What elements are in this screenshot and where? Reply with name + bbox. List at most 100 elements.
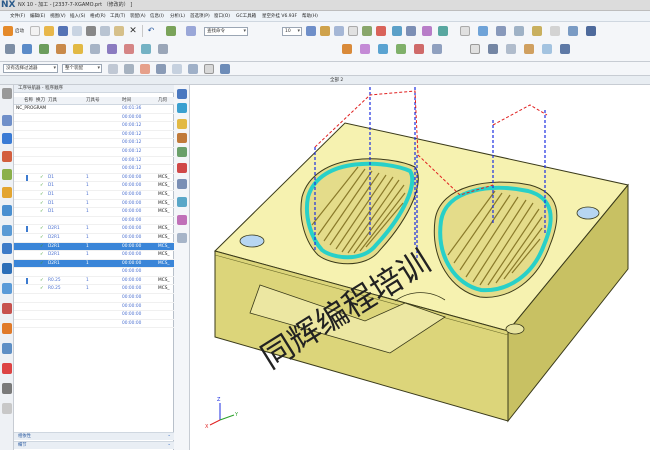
fit-icon[interactable]: [348, 26, 358, 36]
menu-help[interactable]: 帮助(H): [302, 11, 318, 22]
background-icon[interactable]: [550, 26, 560, 36]
machine-tool-view-icon[interactable]: [177, 119, 187, 129]
box-select-icon[interactable]: [204, 64, 214, 74]
menu-info[interactable]: 信息(I): [150, 11, 164, 22]
verify-icon[interactable]: [392, 26, 402, 36]
open-folder-icon[interactable]: [44, 26, 54, 36]
number-select[interactable]: 10: [282, 27, 302, 36]
cut-icon[interactable]: [86, 26, 96, 36]
method-view-icon[interactable]: [158, 44, 168, 54]
snap-icon[interactable]: [108, 64, 118, 74]
table-row[interactable]: 00:00:00: [14, 294, 174, 303]
web-browser-icon[interactable]: [2, 225, 12, 236]
details-panel[interactable]: 细节: [14, 441, 174, 449]
camera-icon[interactable]: [568, 26, 578, 36]
table-row[interactable]: ✓ D1 1 00:00:00 MCS_: [14, 200, 174, 209]
table-row[interactable]: ✓ D2R1 1 00:00:00 MCS_: [14, 259, 174, 269]
table-row[interactable]: ✓ D2R1 1 00:00:00 MCS_: [14, 225, 174, 234]
menu-file[interactable]: 文件(F): [10, 11, 25, 22]
tool-path-replay-icon[interactable]: [177, 163, 187, 173]
system-material-icon[interactable]: [2, 283, 12, 294]
table-row[interactable]: 00:00:00: [14, 114, 174, 123]
point-icon[interactable]: [124, 64, 134, 74]
view-icon[interactable]: [306, 26, 316, 36]
new-file-icon[interactable]: [30, 26, 40, 36]
part-nav-icon[interactable]: [2, 169, 12, 180]
table-row[interactable]: ✓ D1 1 00:00:00 MCS_: [14, 174, 174, 183]
layer-icon[interactable]: [320, 26, 330, 36]
gouge-check-icon[interactable]: [414, 44, 424, 54]
select-icon[interactable]: [470, 44, 480, 54]
process-studio-icon[interactable]: [2, 303, 12, 314]
save-as-icon[interactable]: [72, 26, 82, 36]
generate-icon[interactable]: [166, 26, 176, 36]
settings-gear-icon[interactable]: [2, 88, 12, 99]
simulate-icon[interactable]: [360, 44, 370, 54]
tool-path-icon[interactable]: [376, 26, 386, 36]
assembly-nav-icon[interactable]: [2, 115, 12, 126]
operation-nav-icon[interactable]: [2, 133, 12, 144]
start-icon[interactable]: [3, 26, 13, 36]
geometry-group-icon[interactable]: [177, 133, 187, 143]
table-row[interactable]: ✓ R0.25 1 00:00:00 MCS_: [14, 285, 174, 295]
type-filter-select[interactable]: 没有选择过滤器: [3, 64, 58, 73]
endpoint-icon[interactable]: [140, 64, 150, 74]
menu-assembly[interactable]: 装配(A): [130, 11, 146, 22]
table-row[interactable]: NC_PROGRAM 00:01:36: [14, 105, 174, 114]
start-label[interactable]: 启动: [15, 28, 24, 34]
table-row[interactable]: ✓ D1 1 00:00:00 MCS_: [14, 191, 174, 200]
orient-icon[interactable]: [334, 26, 344, 36]
table-row[interactable]: 00:00:00: [14, 217, 174, 226]
center-icon[interactable]: [172, 64, 182, 74]
menu-edit[interactable]: 编辑(E): [30, 11, 45, 22]
table-row[interactable]: 00:00:00: [14, 268, 174, 277]
assembly-select[interactable]: 整个装配: [62, 64, 102, 73]
shaded-icon[interactable]: [478, 26, 488, 36]
save-icon[interactable]: [58, 26, 68, 36]
layer-settings-icon[interactable]: [488, 44, 498, 54]
method-group-icon[interactable]: [177, 147, 187, 157]
system-scene-icon[interactable]: [2, 363, 12, 374]
wireframe-icon[interactable]: [496, 26, 506, 36]
palette-icon[interactable]: [2, 243, 12, 254]
menu-view[interactable]: 视图(V): [50, 11, 66, 22]
hide-icon[interactable]: [506, 44, 516, 54]
undo-icon[interactable]: ↶: [146, 26, 156, 36]
table-row[interactable]: ✓ D1 1 00:00:00 MCS_: [14, 208, 174, 217]
shop-document-icon[interactable]: [177, 215, 187, 225]
hd3d-icon[interactable]: [2, 205, 12, 216]
table-row[interactable]: 00:00:12: [14, 139, 174, 148]
path-edit-icon[interactable]: [342, 44, 352, 54]
constraint-nav-icon[interactable]: [2, 151, 12, 162]
history-icon[interactable]: [2, 263, 12, 274]
menu-format[interactable]: 格式(R): [90, 11, 106, 22]
edit-object-icon[interactable]: [90, 44, 100, 54]
table-row[interactable]: ✓ D2R1 1 00:00:00 MCS_: [14, 251, 174, 260]
feature-icon[interactable]: [438, 26, 448, 36]
measure-icon[interactable]: [432, 44, 442, 54]
window-icon[interactable]: [186, 26, 196, 36]
create-method-icon[interactable]: [56, 44, 66, 54]
menu-preferences[interactable]: 首选项(P): [190, 11, 210, 22]
render-icon[interactable]: [586, 26, 596, 36]
create-geometry-icon[interactable]: [39, 44, 49, 54]
table-row[interactable]: ✓ D2R1 1 00:00:00 MCS_: [14, 242, 174, 252]
cube-icon[interactable]: [220, 64, 230, 74]
table-row[interactable]: ✓ D1 1 00:00:00 MCS_: [14, 182, 174, 191]
column-tool[interactable]: 刀具: [48, 97, 57, 105]
menu-tools[interactable]: 工具(T): [110, 11, 125, 22]
command-search-input[interactable]: 查找命令: [204, 27, 248, 36]
menu-xingkong[interactable]: 星空外挂 V6.93F: [262, 11, 297, 22]
tab-part[interactable]: 全部 2: [330, 76, 343, 85]
paste-icon[interactable]: [114, 26, 124, 36]
midpoint-icon[interactable]: [156, 64, 166, 74]
mold-model-view[interactable]: 同辉编程培训 Z Y X: [190, 85, 650, 450]
roles-icon[interactable]: [2, 343, 12, 354]
table-row[interactable]: 00:00:12: [14, 131, 174, 140]
menu-insert[interactable]: 插入(S): [70, 11, 85, 22]
table-row[interactable]: ✓ R0.25 1 00:00:00 MCS_: [14, 277, 174, 286]
reuse-library-icon[interactable]: [2, 187, 12, 198]
graphics-window[interactable]: 同辉编程培训 Z Y X: [190, 85, 650, 450]
column-name[interactable]: 名称: [24, 97, 33, 105]
create-operation-icon[interactable]: [73, 44, 83, 54]
